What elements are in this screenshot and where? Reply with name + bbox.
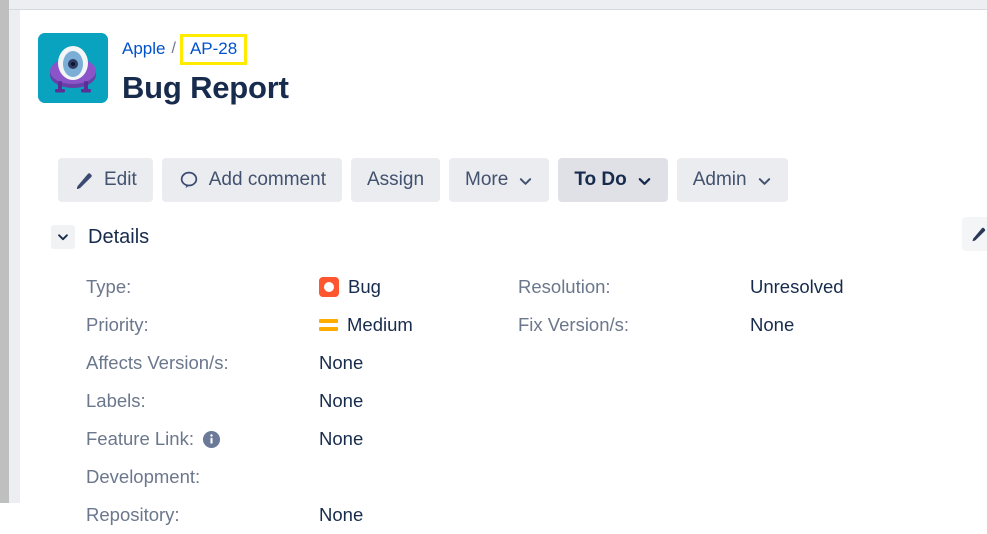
edit-button-label: Edit [104,168,137,190]
field-row-labels: Labels: None [86,382,526,420]
field-row-resolution: Resolution: Unresolved [518,268,958,306]
assign-button-label: Assign [366,168,425,190]
chevron-down-icon [757,174,772,189]
field-value-type[interactable]: Bug [319,276,381,298]
details-collapse-toggle[interactable] [51,225,75,249]
status-dropdown-button[interactable]: To Do [558,158,668,202]
pencil-icon [74,170,95,191]
field-label-fix-versions: Fix Version/s: [518,314,630,335]
field-label-feature-link: Feature Link: [86,428,319,450]
field-label-development: Development: [86,466,201,487]
issue-header: Apple / AP-28 Bug Report [38,33,289,107]
priority-medium-icon [319,315,338,335]
field-label-resolution: Resolution: [518,276,611,297]
info-icon[interactable] [202,430,221,449]
field-value-resolution: Unresolved [750,276,844,297]
field-row-type: Type: Bug [86,268,526,306]
window-left-margin [9,0,20,503]
details-right-column: Resolution: Unresolved Fix Version/s: No… [518,268,958,344]
add-comment-button[interactable]: Add comment [161,158,342,202]
field-label-repository: Repository: [86,504,180,525]
status-dropdown-label: To Do [574,168,627,190]
field-row-priority: Priority: Medium [86,306,526,344]
breadcrumb-issue-key-link[interactable]: AP-28 [190,39,237,58]
field-label-priority: Priority: [86,314,149,335]
details-left-column: Type: Bug Priority: Medium Affects Versi… [86,268,526,534]
field-row-affects-versions: Affects Version/s: None [86,344,526,382]
window-left-gutter [0,0,9,503]
field-value-priority-text: Medium [347,314,413,335]
details-section-title: Details [88,226,150,248]
field-value-fix-versions: None [750,314,795,335]
field-value-repository: None [319,504,364,525]
field-row-fix-versions: Fix Version/s: None [518,306,958,344]
admin-menu-button-label: Admin [692,168,747,190]
details-section: Details Type: Bug Priority: Medium Affec… [38,222,968,525]
breadcrumb-issue-highlight: AP-28 [179,33,248,65]
assign-button[interactable]: Assign [350,158,441,202]
field-row-development: Development: [86,458,526,496]
issue-page: Apple / AP-28 Bug Report Edit Add commen… [20,10,987,525]
comment-icon [178,169,200,191]
field-value-affects-versions: None [319,352,364,373]
page-title: Bug Report [122,70,289,105]
alien-ufo-avatar [38,33,108,103]
field-value-priority[interactable]: Medium [319,314,413,336]
field-value-feature-link: None [319,428,364,449]
chevron-down-icon [637,174,652,189]
field-label-affects-versions: Affects Version/s: [86,352,229,373]
more-menu-button[interactable]: More [449,158,550,202]
bug-icon [319,277,339,297]
field-row-repository: Repository: None [86,496,526,534]
chevron-down-icon [518,174,533,189]
edit-button[interactable]: Edit [58,158,153,202]
more-menu-button-label: More [465,168,509,190]
field-label-feature-link-text: Feature Link: [86,428,194,449]
browser-viewport: Apple / AP-28 Bug Report Edit Add commen… [0,0,987,525]
field-value-labels: None [319,390,364,411]
header-text-block: Apple / AP-28 Bug Report [122,33,289,107]
issue-action-toolbar: Edit Add comment Assign More To Do Admin [58,158,788,202]
add-comment-button-label: Add comment [208,168,326,190]
field-label-labels: Labels: [86,390,146,411]
field-value-type-text: Bug [348,276,381,297]
breadcrumb: Apple / AP-28 [122,33,289,65]
breadcrumb-separator: / [171,40,176,57]
field-label-type: Type: [86,276,132,297]
edit-field-pencil-button[interactable] [962,217,987,251]
window-top-strip [9,0,987,9]
admin-menu-button[interactable]: Admin [676,158,788,202]
details-section-header: Details [51,222,968,252]
field-row-feature-link: Feature Link: None [86,420,526,458]
breadcrumb-project-link[interactable]: Apple [122,38,165,60]
